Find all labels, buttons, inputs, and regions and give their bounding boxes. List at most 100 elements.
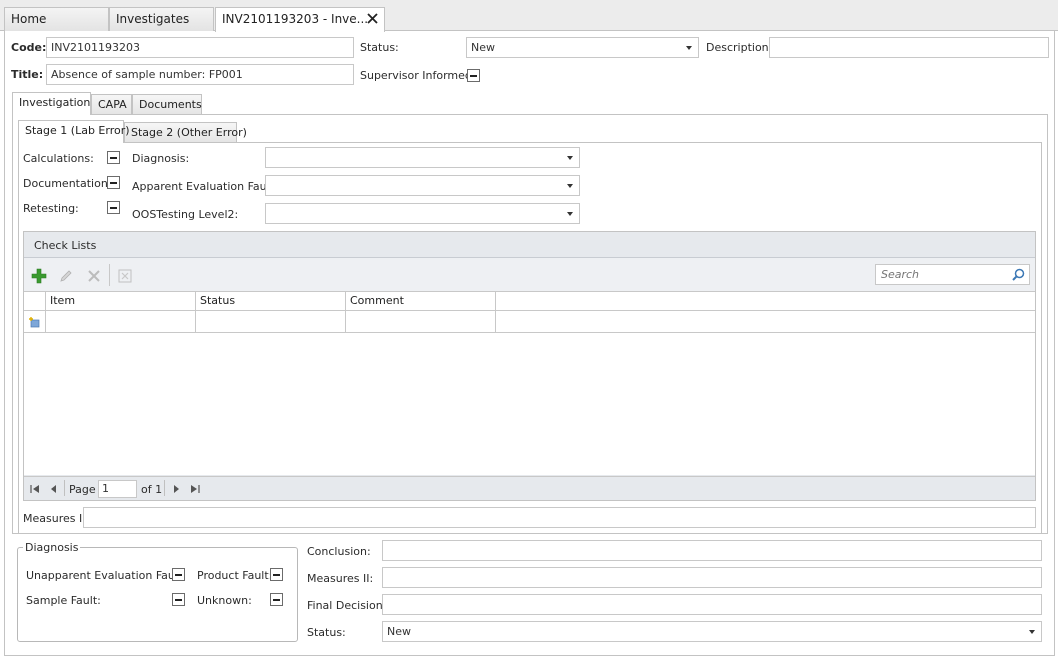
- page-number-value: 1: [102, 482, 109, 495]
- chevron-down-icon: [567, 212, 573, 216]
- chevron-down-icon: [686, 46, 692, 50]
- status-label: Status:: [360, 41, 399, 54]
- documentation-checkbox[interactable]: [107, 176, 120, 189]
- chevron-down-icon: [567, 156, 573, 160]
- code-field[interactable]: INV2101193203: [46, 37, 354, 58]
- tab-investigation-detail-label: INV2101193203 - Inve...: [222, 12, 369, 26]
- new-row-item-cell[interactable]: [46, 311, 196, 332]
- tab-documents[interactable]: Documents: [132, 94, 202, 115]
- tab-investigation[interactable]: Investigation: [12, 92, 91, 115]
- tab-home[interactable]: Home: [4, 7, 109, 31]
- search-icon[interactable]: [1012, 268, 1025, 281]
- delete-icon[interactable]: [86, 268, 102, 284]
- apparent-evaluation-fault-label: Apparent Evaluation Fault:: [132, 180, 278, 193]
- diagnosis-group-title: Diagnosis: [23, 541, 81, 554]
- apparent-evaluation-fault-select[interactable]: [265, 175, 580, 196]
- close-icon[interactable]: [367, 13, 378, 24]
- grid-indicator-column: [24, 292, 46, 311]
- bottom-status-value: New: [387, 625, 411, 638]
- new-row-status-cell[interactable]: [196, 311, 346, 332]
- page-label: Page: [69, 483, 96, 496]
- new-row-comment-cell[interactable]: [346, 311, 496, 332]
- measures-ii-field[interactable]: [382, 567, 1042, 588]
- new-row-indicator-cell: [24, 311, 46, 332]
- conclusion-label: Conclusion:: [307, 545, 371, 558]
- unapparent-evaluation-fault-checkbox[interactable]: [172, 568, 185, 581]
- calculations-checkbox[interactable]: [107, 151, 120, 164]
- unknown-label: Unknown:: [197, 594, 252, 607]
- final-decision-label: Final Decision:: [307, 599, 387, 612]
- column-header-item[interactable]: Item: [46, 292, 196, 311]
- title-field[interactable]: Absence of sample number: FP001: [46, 64, 354, 85]
- column-header-comment[interactable]: Comment: [346, 292, 496, 311]
- chevron-down-icon: [1029, 630, 1035, 634]
- measures-i-label: Measures I:: [23, 512, 86, 525]
- diagnosis-label: Diagnosis:: [132, 152, 190, 165]
- title-value: Absence of sample number: FP001: [51, 68, 243, 81]
- unapparent-evaluation-fault-label: Unapparent Evaluation Fault:: [26, 569, 186, 582]
- new-item-row[interactable]: [24, 311, 1035, 333]
- diagnosis-select[interactable]: [265, 147, 580, 168]
- description-label: Description:: [706, 41, 773, 54]
- chevron-down-icon: [567, 184, 573, 188]
- tab-investigation-detail[interactable]: INV2101193203 - Inve...: [215, 7, 385, 32]
- next-page-icon[interactable]: [171, 484, 181, 494]
- tab-investigates-label: Investigates: [116, 12, 190, 26]
- checklist-grid: Item Status Comment: [24, 291, 1035, 475]
- final-decision-field[interactable]: [382, 594, 1042, 615]
- description-field[interactable]: [769, 37, 1049, 58]
- new-row-icon: [29, 317, 40, 328]
- search-input[interactable]: [879, 266, 1007, 283]
- tab-stage-2-label: Stage 2 (Other Error): [131, 126, 247, 139]
- tab-capa-label: CAPA: [98, 98, 127, 111]
- add-icon[interactable]: [31, 268, 47, 284]
- product-fault-label: Product Fault:: [197, 569, 273, 582]
- toolbar-separator: [109, 264, 110, 286]
- sample-fault-label: Sample Fault:: [26, 594, 101, 607]
- bottom-status-label: Status:: [307, 626, 346, 639]
- edit-icon[interactable]: [58, 268, 74, 284]
- oos-testing-level2-label: OOSTesting Level2:: [132, 208, 239, 221]
- pager-divider: [164, 480, 165, 496]
- column-header-status-label: Status: [200, 294, 236, 307]
- code-label: Code:: [11, 41, 47, 54]
- bottom-status-select[interactable]: New: [382, 621, 1042, 642]
- tab-investigates[interactable]: Investigates: [109, 7, 214, 31]
- status-value: New: [471, 41, 495, 54]
- last-page-icon[interactable]: [190, 484, 200, 494]
- code-value: INV2101193203: [51, 41, 140, 54]
- column-header-comment-label: Comment: [350, 294, 404, 307]
- tab-capa[interactable]: CAPA: [91, 94, 132, 115]
- retesting-label: Retesting:: [23, 202, 79, 215]
- first-page-icon[interactable]: [30, 484, 40, 494]
- oos-testing-level2-select[interactable]: [265, 203, 580, 224]
- supervisor-informed-label: Supervisor Informed:: [360, 69, 476, 82]
- tab-stage-1-label: Stage 1 (Lab Error): [25, 124, 130, 137]
- measures-ii-label: Measures II:: [307, 572, 374, 585]
- column-header-status[interactable]: Status: [196, 292, 346, 311]
- tab-stage-1[interactable]: Stage 1 (Lab Error): [18, 120, 130, 143]
- tab-documents-label: Documents: [139, 98, 202, 111]
- search-box[interactable]: [875, 264, 1030, 285]
- export-excel-icon[interactable]: [117, 268, 133, 284]
- tab-stage-2[interactable]: Stage 2 (Other Error): [124, 122, 247, 143]
- tab-home-label: Home: [11, 12, 47, 26]
- title-label: Title:: [11, 68, 44, 81]
- previous-page-icon[interactable]: [49, 484, 59, 494]
- retesting-checkbox[interactable]: [107, 201, 120, 214]
- checklists-title: Check Lists: [34, 239, 97, 252]
- supervisor-informed-checkbox[interactable]: [467, 69, 480, 82]
- status-select[interactable]: New: [466, 37, 699, 58]
- sample-fault-checkbox[interactable]: [172, 593, 185, 606]
- product-fault-checkbox[interactable]: [270, 568, 283, 581]
- documentation-label: Documentation:: [23, 177, 112, 190]
- conclusion-field[interactable]: [382, 540, 1042, 561]
- calculations-label: Calculations:: [23, 152, 94, 165]
- column-header-item-label: Item: [50, 294, 76, 307]
- page-total-label: of 1: [141, 483, 163, 496]
- grid-header: Item Status Comment: [24, 292, 1035, 311]
- tab-investigation-label: Investigation: [19, 96, 91, 109]
- unknown-checkbox[interactable]: [270, 593, 283, 606]
- measures-i-field[interactable]: [83, 507, 1036, 528]
- page-number-input[interactable]: 1: [98, 480, 137, 498]
